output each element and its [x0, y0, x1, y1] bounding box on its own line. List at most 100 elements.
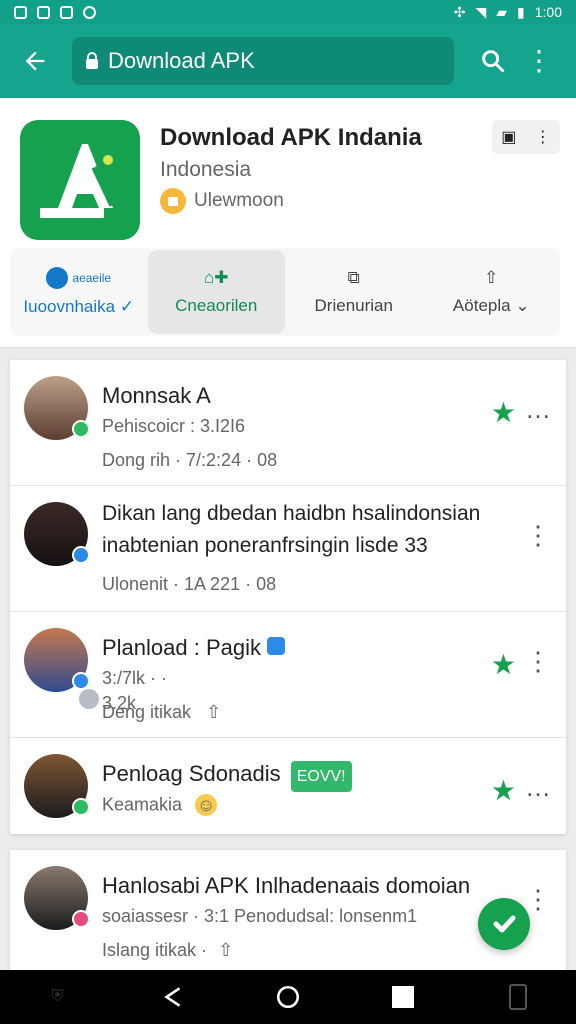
card-tools: ▣ ⋮: [492, 120, 560, 154]
post-meta: Keamakia ☺: [102, 794, 218, 816]
more-horizontal-icon[interactable]: …: [525, 772, 552, 803]
more-horizontal-icon[interactable]: …: [525, 394, 552, 425]
app-bar: Download APK ⋮: [0, 24, 576, 98]
post-feed: Monnsak A Pehiscoicr : 3.I2I6 Dong rih ·…: [10, 360, 566, 834]
post-title: Hanlosabi APK Inlhadenaais domoian: [102, 873, 471, 898]
notification-icon: [14, 5, 27, 19]
post-row[interactable]: Planload : Pagik 3:/7lk · · 3.2k Deng it…: [10, 612, 566, 738]
post-title: Planload : Pagik: [102, 632, 492, 663]
triangle-back-icon: [163, 987, 181, 1007]
developer-name: Ulewmoon: [194, 190, 284, 211]
post-subtext: Deng itikak ⇧: [102, 702, 221, 723]
signal-icon: ▰: [496, 3, 508, 20]
post-title-text: Planload : Pagik: [102, 635, 261, 660]
status-left-icons: [14, 5, 96, 19]
verified-badge-icon: [72, 546, 90, 564]
more-vertical-icon[interactable]: ⋮: [525, 520, 552, 551]
more-vertical-icon: ⋮: [525, 45, 553, 76]
check-icon: [493, 915, 516, 933]
star-icon[interactable]: ★: [491, 774, 516, 807]
avatar[interactable]: [24, 628, 90, 692]
square-recents-icon: [392, 986, 415, 1008]
post-subtext: Islang itikak · ⇧: [102, 940, 233, 961]
post-meta: Pehiscoicr : 3.I2I6: [102, 416, 246, 436]
post-row[interactable]: Monnsak A Pehiscoicr : 3.I2I6 Dong rih ·…: [10, 360, 566, 486]
post-subtext-text: Islang itikak ·: [102, 940, 208, 960]
system-nav-bar: ⛨: [0, 970, 576, 1024]
post-meta-text: Keamakia: [102, 794, 183, 815]
star-icon[interactable]: ★: [491, 648, 516, 681]
action-label-dropdown: Aötepla ⌄: [453, 296, 530, 316]
avatar[interactable]: [24, 502, 90, 566]
avatar[interactable]: [24, 866, 90, 930]
brand-mini: aeaeile: [46, 267, 111, 289]
post-title: Penloag Sdonadis EOVV!: [102, 758, 492, 792]
avatar[interactable]: [24, 376, 90, 440]
post-subtext: Dong rih · 7/:2:24 · 08: [102, 450, 278, 470]
lock-icon: ⛨: [51, 988, 64, 1005]
verified-badge-icon: [72, 910, 90, 928]
post-subtext-text: Deng itikak: [102, 702, 192, 722]
url-label: Download APK: [108, 48, 255, 73]
action-label-primary: Iuoovnhaika ✓: [23, 297, 135, 316]
home-share-icon: ⌂✚: [203, 268, 229, 287]
more-vertical-icon[interactable]: ⋮: [525, 884, 552, 915]
verified-badge-icon: [72, 672, 90, 690]
app-info-card: Download APK Indania Indonesia Ulewmoon …: [0, 98, 576, 348]
confirm-fab[interactable]: [478, 898, 530, 950]
lock-nav-button[interactable]: ⛨: [36, 975, 80, 1019]
verified-badge-icon: [72, 798, 90, 816]
status-badge: EOVV!: [290, 761, 352, 792]
share-icon[interactable]: ⇧: [218, 940, 233, 960]
phone-nav-button[interactable]: [496, 975, 540, 1019]
card-more-icon[interactable]: ⋮: [535, 127, 551, 147]
overflow-menu-button[interactable]: ⋮: [516, 38, 562, 84]
avatar-small-icon: [79, 689, 100, 709]
post-title: Dikan lang dbedan haidbn hsalindonsian i…: [102, 502, 481, 557]
post-subtext: Ulonenit · 1A 221 · 08: [102, 574, 277, 594]
puzzle-icon: ⧉: [347, 268, 360, 287]
check-badge-icon: [267, 637, 286, 655]
sync-icon: [83, 5, 96, 19]
status-bar: ✣ ◥ ▰ ▮ 1:00: [0, 0, 576, 24]
post-row[interactable]: Dikan lang dbedan haidbn hsalindonsian i…: [10, 486, 566, 612]
url-field[interactable]: Download APK: [72, 37, 454, 85]
developer-badge-icon: [160, 188, 186, 214]
action-primary-link[interactable]: aeaeile Iuoovnhaika ✓: [10, 250, 148, 334]
action-label-details: Drienurian: [314, 296, 393, 315]
action-label-dropdown-text: Aötepla: [452, 296, 511, 315]
action-active[interactable]: ⌂✚ Cneaorilen: [147, 250, 285, 334]
more-vertical-icon[interactable]: ⋮: [525, 646, 552, 677]
app-logo: [20, 120, 140, 240]
post-row[interactable]: Penloag Sdonadis EOVV! Keamakia ☺ ★ …: [10, 738, 566, 864]
action-row: aeaeile Iuoovnhaika ✓ ⌂✚ Cneaorilen ⧉ Dr…: [10, 248, 560, 336]
image-icon[interactable]: ▣: [501, 127, 516, 147]
action-label-active: Cneaorilen: [175, 296, 258, 315]
upload-icon: ⇧: [484, 268, 499, 287]
verified-badge-icon: [72, 420, 90, 438]
app-region: Indonesia: [160, 158, 252, 181]
brand-mini-label: aeaeile: [72, 271, 112, 285]
circle-home-icon: [276, 985, 300, 1009]
search-button[interactable]: [470, 38, 516, 84]
bluetooth-icon: ✣: [453, 3, 466, 20]
avatar[interactable]: [24, 754, 90, 818]
lock-icon: [86, 52, 98, 69]
search-icon: [482, 50, 505, 73]
phone-icon: [509, 984, 528, 1010]
recents-nav-button[interactable]: [381, 975, 425, 1019]
home-nav-button[interactable]: [266, 975, 310, 1019]
post-title: Monnsak A: [102, 383, 211, 408]
share-icon[interactable]: ⇧: [206, 702, 221, 722]
post-meta: soaiassesr · 3:1 Penodudsal: lonsenm1: [102, 906, 418, 926]
star-icon[interactable]: ★: [491, 396, 516, 429]
back-button[interactable]: [12, 38, 58, 84]
action-details[interactable]: ⧉ Drienurian: [285, 250, 423, 334]
brand-mini-icon: [46, 267, 69, 289]
smile-icon: ☺: [195, 794, 218, 816]
app-title: Download APK Indania: [160, 124, 422, 151]
wifi-icon: ◥: [475, 3, 487, 20]
action-dropdown[interactable]: ⇧ Aötepla ⌄: [423, 250, 561, 334]
back-nav-button[interactable]: [151, 975, 195, 1019]
status-time: 1:00: [534, 4, 562, 20]
